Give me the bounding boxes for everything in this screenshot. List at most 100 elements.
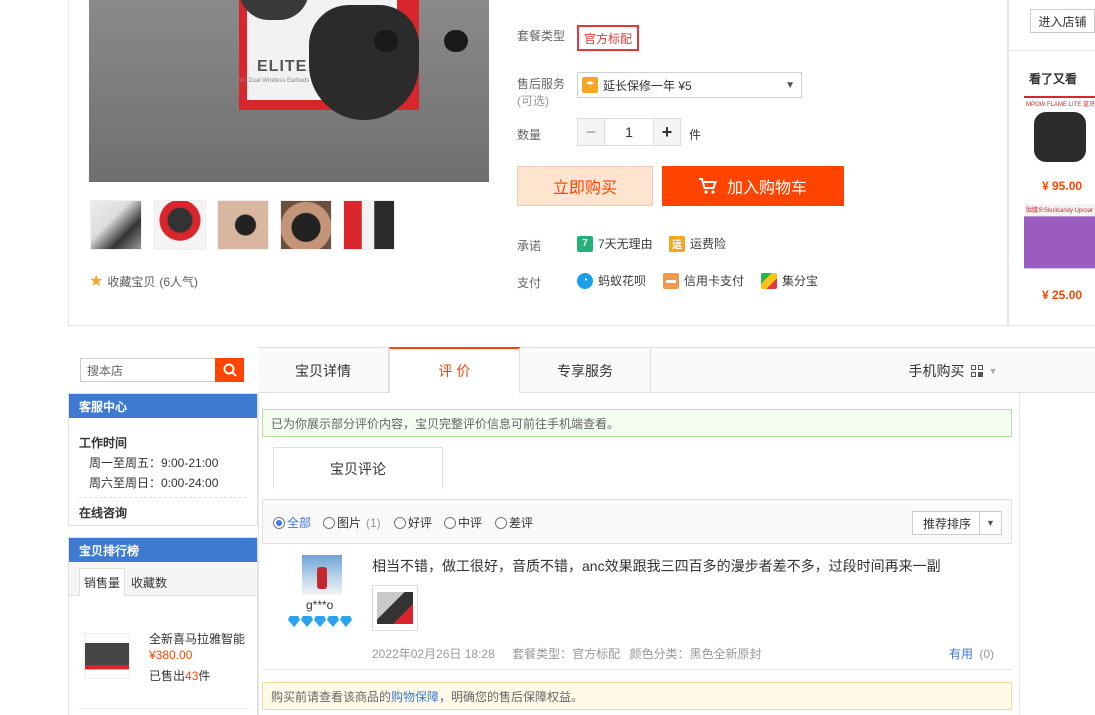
tab-exclusive-service[interactable]: 专享服务: [520, 348, 651, 393]
add-to-cart-button[interactable]: 加入购物车: [662, 166, 844, 206]
partial-reviews-notice: 已为你展示部分评价内容，宝贝完整评价信息可前往手机端查看。: [262, 409, 1012, 437]
weekday-hours: 周一至周五：9:00-21:00: [89, 456, 219, 470]
filter-all-label: 全部: [287, 516, 312, 530]
ranking-item-name[interactable]: 全新喜马拉雅智能: [149, 630, 245, 647]
buy-now-button[interactable]: 立即购买: [517, 166, 653, 206]
search-icon: [223, 363, 237, 377]
quantity-plus-button[interactable]: +: [653, 118, 681, 146]
star-icon: ★: [89, 272, 104, 290]
tab-reviews[interactable]: 评 价: [389, 347, 520, 393]
favorite-label: 收藏宝贝: [107, 275, 156, 289]
diamond-icon: [301, 616, 313, 627]
quantity-minus-button[interactable]: −: [577, 118, 605, 146]
filter-positive-label: 好评: [408, 516, 433, 530]
protection-link[interactable]: 购物保障: [391, 688, 439, 705]
promise-7day-text: 7天无理由: [598, 237, 653, 251]
radio-icon: [323, 516, 335, 529]
filter-images-count: (1): [366, 515, 381, 530]
rail-divider: [1008, 50, 1095, 51]
filter-images-label: 图片: [337, 516, 362, 530]
promise-7day[interactable]: 7 7天无理由: [577, 235, 653, 252]
filter-all[interactable]: 全部: [273, 514, 311, 531]
tab-details[interactable]: 宝贝详情: [258, 348, 389, 393]
filter-images[interactable]: 图片 (1): [323, 514, 381, 531]
image-brand-text: ELITE: [257, 58, 308, 75]
pay-huabei[interactable]: ◔ 蚂蚁花呗: [577, 272, 646, 289]
radio-selected-icon: [273, 516, 285, 529]
reviewer-name: g***o: [306, 598, 334, 612]
protection-notice-prefix: 购买前请查看该商品的: [271, 689, 392, 704]
pay-jifenbao[interactable]: 集分宝: [761, 272, 818, 289]
pay-jifenbao-text: 集分宝: [782, 274, 819, 288]
seen-item-2-caption: 骷髅头Skullcandy Uproar: [1026, 208, 1094, 214]
seen-item-1-price: ¥ 95.00: [1042, 179, 1083, 193]
service-label: 售后服务: [517, 77, 566, 91]
promise-freight[interactable]: 运 运费险: [669, 235, 726, 252]
purchase-protection-notice: 购买前请查看该商品的 购物保障 ，明确您的售后保障权益。: [262, 682, 1012, 710]
ranking-item-sold: 已售出43件: [149, 667, 210, 684]
diamond-icon: [288, 616, 300, 627]
shop-search-input[interactable]: 搜本店: [80, 358, 216, 382]
ranking-sold-count: 43: [185, 669, 199, 683]
protection-notice-suffix: ，明确您的售后保障权益。: [439, 689, 584, 704]
review-filter-bar: 全部 图片 (1) 好评 中评 差评 推荐排序 ▼: [262, 499, 1012, 544]
package-label: 套餐类型: [517, 29, 566, 43]
thumbnail-3[interactable]: [217, 200, 269, 250]
add-to-cart-label: 加入购物车: [726, 180, 807, 197]
thumbnail-1[interactable]: [90, 200, 142, 250]
sort-dropdown[interactable]: 推荐排序 ▼: [912, 511, 1002, 535]
chevron-down-icon: ▼: [979, 512, 1001, 534]
filter-neutral[interactable]: 中评: [444, 514, 482, 531]
thumbnail-2[interactable]: [154, 200, 206, 250]
mobile-buy-link[interactable]: 手机购买 ▼: [898, 348, 1008, 393]
seen-item-1-image[interactable]: MPOW FLAME LITE 蓝牙耳机: [1024, 96, 1095, 176]
review-photo[interactable]: [372, 585, 418, 631]
favorite-count: (6人气): [159, 275, 199, 289]
ranking-sold-suffix: 件: [198, 669, 211, 683]
thumbnail-5[interactable]: [343, 200, 395, 250]
review-subtab[interactable]: 宝贝评论: [273, 447, 443, 489]
favorite-link[interactable]: ★ 收藏宝贝 (6人气): [89, 273, 198, 290]
freight-insurance-icon: 运: [669, 235, 685, 252]
pay-huabei-text: 蚂蚁花呗: [598, 274, 647, 288]
ranking-item-image[interactable]: [84, 633, 130, 679]
ranking-tab-favorites[interactable]: 收藏数: [131, 568, 167, 596]
reviewer-avatar: [302, 555, 342, 595]
service-select[interactable]: ☂ 延长保修一年 ¥5 ▼: [577, 72, 802, 98]
filter-negative[interactable]: 差评: [495, 514, 533, 531]
radio-icon: [495, 516, 507, 529]
pay-credit-card[interactable]: ▬ 信用卡支付: [663, 272, 744, 289]
review-divider: [262, 669, 1012, 670]
package-option-button[interactable]: 官方标配: [577, 25, 639, 51]
ranking-title: 宝贝排行榜: [69, 538, 257, 562]
review-text: 相当不错，做工很好，音质不错，anc效果跟我三四百多的漫步者差不多，过段时间再来…: [372, 558, 941, 574]
filter-negative-label: 差评: [509, 516, 534, 530]
radio-icon: [444, 516, 456, 529]
chevron-down-icon: ▼: [785, 79, 795, 91]
detail-tabbar: 宝贝详情 评 价 专享服务 手机购买 ▼: [258, 347, 1095, 393]
useful-label: 有用: [949, 647, 974, 661]
shop-search-button[interactable]: [215, 358, 244, 382]
radio-icon: [394, 516, 406, 529]
ranking-tab-sales[interactable]: 销售量: [79, 568, 126, 596]
customer-service-title: 客服中心: [69, 394, 257, 418]
useful-button[interactable]: 有用 (0): [949, 645, 994, 662]
ranking-sold-prefix: 已售出: [149, 669, 186, 683]
seen-item-2-price: ¥ 25.00: [1042, 288, 1083, 302]
enter-shop-button[interactable]: 进入店铺: [1030, 9, 1095, 33]
seen-item-2-image[interactable]: 骷髅头Skullcandy Uproar: [1024, 204, 1095, 284]
promise-freight-text: 运费险: [690, 237, 727, 251]
qrcode-icon: [970, 364, 983, 377]
quantity-input[interactable]: 1: [604, 118, 654, 146]
review-package: 套餐类型：官方标配: [512, 647, 621, 661]
quantity-unit: 件: [689, 128, 702, 142]
reviews-content-frame: [258, 393, 1020, 715]
filter-positive[interactable]: 好评: [394, 514, 432, 531]
mobile-buy-label: 手机购买: [908, 362, 965, 379]
promise-label: 承诺: [517, 239, 542, 253]
seen-item-1-caption: MPOW FLAME LITE 蓝牙耳机: [1026, 102, 1095, 108]
cart-icon: [698, 178, 717, 194]
thumbnail-4[interactable]: [280, 200, 332, 250]
product-main-image[interactable]: ELITE ANC Dual Wireless Earbuds: [89, 0, 489, 182]
online-consult-link[interactable]: 在线咨询: [79, 504, 247, 521]
